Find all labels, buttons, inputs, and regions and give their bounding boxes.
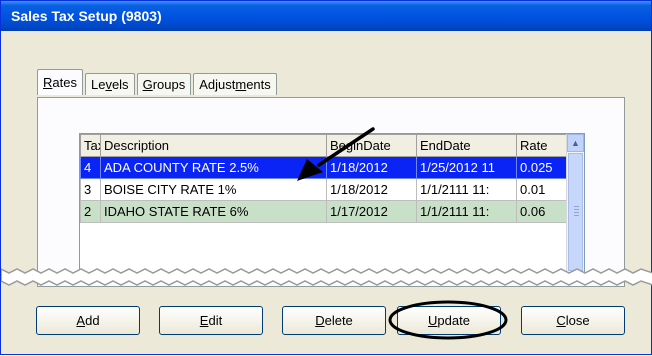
vertical-scrollbar[interactable]: ▲ [566, 134, 584, 272]
scroll-thumb[interactable] [568, 153, 583, 271]
cell-begindate: 1/18/2012 [326, 156, 417, 179]
title-bar: Sales Tax Setup (9803) [1, 1, 651, 31]
add-button[interactable]: Add [36, 306, 140, 335]
window-title: Sales Tax Setup (9803) [11, 8, 162, 24]
cell-tax: 4 [80, 156, 101, 179]
update-button[interactable]: Update [397, 306, 501, 335]
column-header-begindate[interactable]: BeginDate [326, 134, 417, 157]
cell-rate: 0.025 [516, 156, 567, 179]
table-row[interactable]: 3 BOISE CITY RATE 1% 1/18/2012 1/1/2111 … [80, 178, 567, 201]
delete-button[interactable]: Delete [282, 306, 386, 335]
table-row[interactable]: 2 IDAHO STATE RATE 6% 1/17/2012 1/1/2111… [80, 200, 567, 223]
cell-description: IDAHO STATE RATE 6% [100, 200, 327, 223]
header-row: Tax Description BeginDate EndDate Rate [80, 134, 567, 157]
scroll-up-icon[interactable]: ▲ [567, 134, 584, 152]
rates-grid[interactable]: Tax Description BeginDate EndDate Rate 4… [79, 133, 585, 273]
column-header-tax[interactable]: Tax [80, 134, 101, 157]
cell-description: BOISE CITY RATE 1% [100, 178, 327, 201]
cell-enddate: 1/1/2111 11: [416, 200, 517, 223]
cell-description: ADA COUNTY RATE 2.5% [100, 156, 327, 179]
tab-levels[interactable]: Levels [84, 73, 135, 95]
cell-begindate: 1/18/2012 [326, 178, 417, 201]
cell-tax: 2 [80, 200, 101, 223]
torn-edge [1, 268, 652, 286]
grip-icon [574, 206, 579, 216]
rates-table: Tax Description BeginDate EndDate Rate 4… [80, 134, 567, 223]
column-header-rate[interactable]: Rate [516, 134, 567, 157]
tab-strip: Rates Levels Groups Adjustments [37, 69, 279, 97]
cell-rate: 0.01 [516, 178, 567, 201]
column-header-enddate[interactable]: EndDate [416, 134, 517, 157]
tab-adjustments[interactable]: Adjustments [193, 73, 277, 95]
sales-tax-setup-window: Sales Tax Setup (9803) Rates Levels Grou… [0, 0, 652, 355]
cell-begindate: 1/17/2012 [326, 200, 417, 223]
table-row[interactable]: 4 ADA COUNTY RATE 2.5% 1/18/2012 1/25/20… [80, 156, 567, 179]
close-button[interactable]: Close [521, 306, 625, 335]
cell-rate: 0.06 [516, 200, 567, 223]
edit-button[interactable]: Edit [159, 306, 263, 335]
column-header-description[interactable]: Description [100, 134, 327, 157]
tab-groups[interactable]: Groups [136, 73, 192, 95]
cell-enddate: 1/1/2111 11: [416, 178, 517, 201]
cell-enddate: 1/25/2012 11 [416, 156, 517, 179]
tab-rates[interactable]: Rates [37, 69, 83, 95]
cell-tax: 3 [80, 178, 101, 201]
